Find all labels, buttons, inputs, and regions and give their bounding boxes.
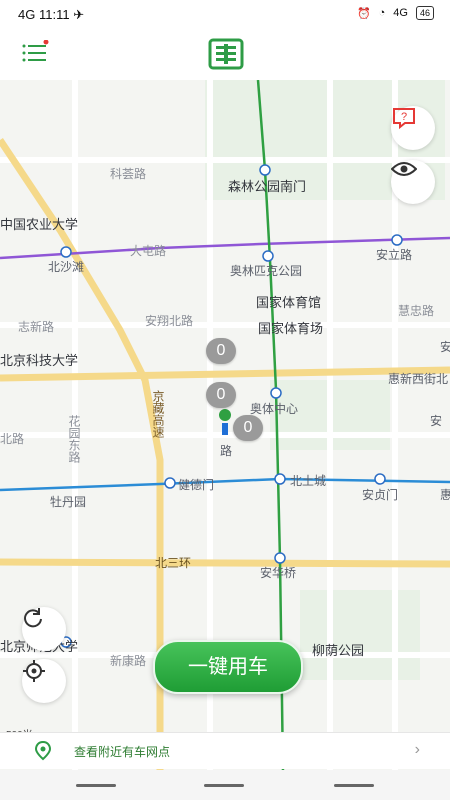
refresh-icon bbox=[24, 608, 42, 628]
map-label: 北三环 bbox=[155, 556, 192, 570]
map-label: 大屯路 bbox=[130, 244, 167, 258]
car-cluster-marker[interactable]: 0 bbox=[233, 415, 263, 441]
map-label: 国家体育场 bbox=[258, 321, 324, 336]
map-label: 花园东路 bbox=[67, 415, 81, 463]
nav-recent-handle[interactable] bbox=[334, 784, 374, 787]
status-left: 4G 11:11 ✈ bbox=[18, 7, 84, 23]
map-label: 健德门 bbox=[178, 478, 215, 492]
help-icon: ? bbox=[393, 108, 415, 130]
map-label: 慧忠路 bbox=[398, 304, 435, 318]
map-label: 牡丹园 bbox=[50, 495, 87, 509]
locate-button[interactable] bbox=[22, 659, 66, 703]
app-logo bbox=[206, 38, 246, 70]
map-label: 惠 bbox=[440, 488, 450, 502]
map-label: 安华桥 bbox=[260, 566, 297, 580]
map-label: 路 bbox=[220, 444, 233, 458]
map-label: 奥体中心 bbox=[250, 402, 299, 416]
map-label: 安 bbox=[430, 414, 443, 428]
location-pin-icon bbox=[34, 741, 52, 761]
nearby-stations-text: 查看附近有车网点 bbox=[74, 745, 171, 759]
locate-icon bbox=[23, 660, 45, 682]
one-tap-rent-button[interactable]: 一键用车 bbox=[153, 640, 303, 694]
map-label: 北土城 bbox=[290, 474, 327, 488]
map-label: 科荟路 bbox=[110, 167, 147, 181]
wifi-icon: ◔ bbox=[378, 7, 386, 19]
airplane-icon: ✈ bbox=[73, 7, 85, 22]
refresh-button[interactable] bbox=[22, 607, 66, 651]
alarm-icon: ⏰ bbox=[356, 7, 371, 20]
svg-text:?: ? bbox=[401, 111, 407, 123]
map-label: 京藏高速 bbox=[151, 390, 165, 438]
map-label: 安立路 bbox=[376, 248, 413, 262]
chevron-right-icon: › bbox=[414, 741, 420, 758]
map-label: 国家体育馆 bbox=[256, 295, 322, 310]
map-label: 北路 bbox=[0, 432, 25, 446]
map-label: 安贞门 bbox=[362, 488, 399, 502]
system-nav-bar bbox=[0, 770, 450, 800]
nav-home-handle[interactable] bbox=[204, 784, 244, 787]
clock: 11:11 bbox=[38, 7, 70, 22]
map-label: 惠新西街北 bbox=[388, 372, 449, 386]
map-label: 安翔北路 bbox=[145, 314, 194, 328]
map-label: 森林公园南门 bbox=[228, 179, 307, 194]
status-bar: 4G 11:11 ✈ ⏰ ◔ 4G 46 bbox=[0, 0, 450, 30]
map-label: 柳荫公园 bbox=[312, 643, 365, 658]
app-bar bbox=[0, 30, 450, 80]
map-label: 中国农业大学 bbox=[0, 217, 79, 232]
menu-icon[interactable] bbox=[18, 39, 50, 66]
eye-button[interactable] bbox=[391, 160, 435, 204]
status-right: ⏰ ◔ 4G 46 bbox=[357, 6, 434, 20]
map-label: 安 bbox=[440, 340, 450, 354]
map-label: 北沙滩 bbox=[48, 260, 85, 274]
signal-indicator: 4G bbox=[393, 7, 408, 19]
car-cluster-marker[interactable]: 0 bbox=[206, 338, 236, 364]
network-indicator: 4G bbox=[18, 7, 36, 22]
map-label: 新康路 bbox=[110, 654, 147, 668]
map-label: 北京科技大学 bbox=[0, 353, 79, 368]
map-label: 奥林匹克公园 bbox=[230, 264, 303, 278]
car-cluster-marker[interactable]: 0 bbox=[206, 382, 236, 408]
battery-indicator: 46 bbox=[415, 6, 434, 20]
eye-icon bbox=[391, 162, 417, 176]
help-button[interactable]: ? bbox=[391, 106, 435, 150]
nav-back-handle[interactable] bbox=[76, 784, 116, 787]
map-label: 志新路 bbox=[18, 320, 55, 334]
nearby-stations-bar[interactable]: 查看附近有车网点 › bbox=[0, 732, 450, 769]
